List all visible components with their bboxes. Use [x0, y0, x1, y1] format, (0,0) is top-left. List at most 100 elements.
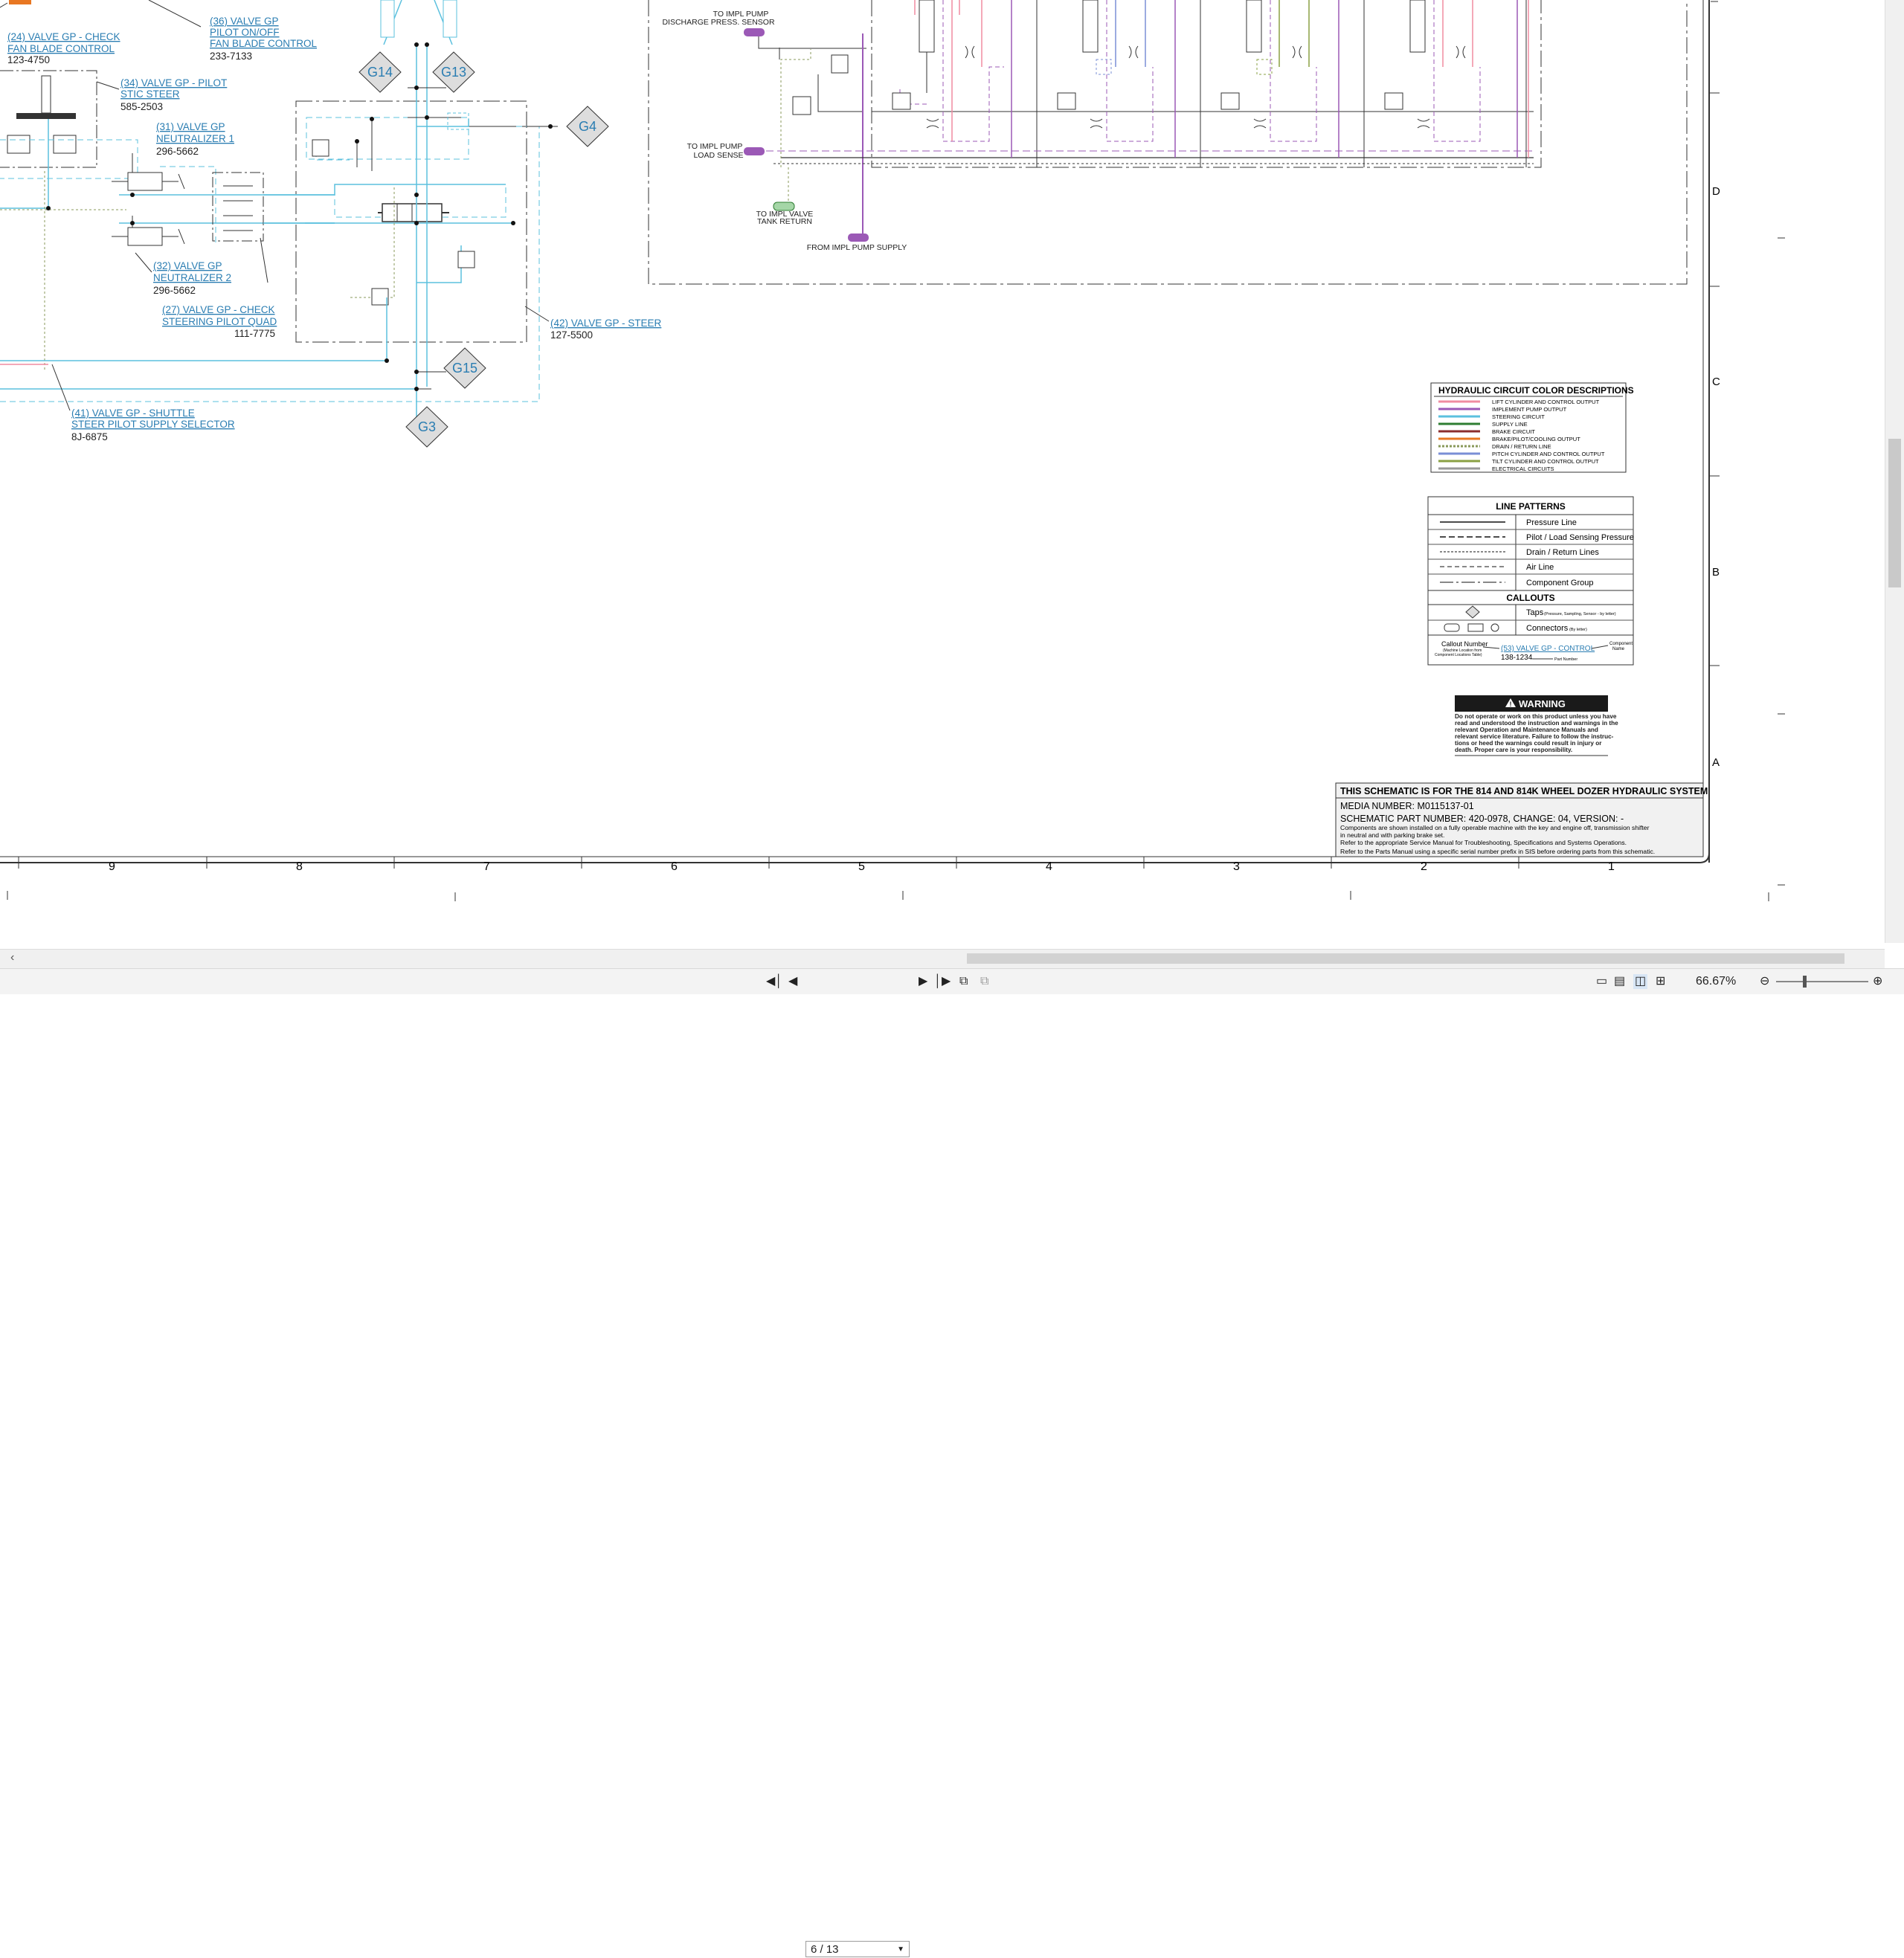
svg-text:Name: Name — [1612, 647, 1625, 651]
page-dropdown-icon[interactable]: ▼ — [897, 1942, 904, 1958]
svg-text:in neutral and with parking br: in neutral and with parking brake set. — [1340, 831, 1444, 839]
svg-text:(By letter): (By letter) — [1569, 628, 1587, 632]
svg-text:STIC STEER: STIC STEER — [120, 88, 180, 100]
schematic-page: D C B A 9 8 7 6 5 4 3 2 1 G14 G13 G4 G15… — [0, 0, 1785, 901]
legend-label: TILT CYLINDER AND CONTROL OUTPUT — [1492, 458, 1599, 465]
horizontal-scrollbar[interactable]: ‹ — [0, 949, 1885, 969]
svg-text:Component Locations Table): Component Locations Table) — [1435, 653, 1482, 657]
impl-labels: TO IMPL PUMP DISCHARGE PRESS. SENSOR TO … — [662, 10, 907, 252]
valve-section-1 — [892, 0, 1012, 158]
svg-text:Taps: Taps — [1526, 608, 1544, 617]
svg-text:TANK RETURN: TANK RETURN — [757, 217, 812, 226]
callout-42[interactable]: (42) VALVE GP - STEER 127-5500 — [550, 318, 662, 341]
svg-text:death. Proper care is your res: death. Proper care is your responsibilit… — [1455, 747, 1572, 753]
valve-section-4 — [1384, 0, 1529, 158]
svg-text:LOAD SENSE: LOAD SENSE — [693, 151, 743, 160]
tap-g14: G14 — [358, 51, 402, 93]
zone-label-4: 4 — [1046, 860, 1052, 873]
callout-34[interactable]: (34) VALVE GP - PILOT STIC STEER 585-250… — [120, 77, 227, 112]
svg-text:Air Line: Air Line — [1526, 563, 1554, 572]
paste-page-icon[interactable]: ⧉ — [980, 974, 988, 989]
last-page-icon[interactable]: │▶ — [934, 974, 951, 989]
svg-text:G13: G13 — [441, 65, 466, 80]
zoom-in-icon[interactable]: ⊕ — [1873, 974, 1882, 989]
port-symbols — [926, 45, 1466, 129]
prev-page-icon[interactable]: ◀ — [788, 974, 797, 989]
svg-text:relevant service literature. F: relevant service literature. Failure to … — [1455, 733, 1614, 740]
horizontal-scroll-thumb[interactable] — [967, 953, 1844, 964]
svg-text:HYDRAULIC CIRCUIT COLOR DESCRI: HYDRAULIC CIRCUIT COLOR DESCRIPTIONS — [1438, 385, 1634, 396]
svg-text:Do not operate or work on this: Do not operate or work on this product u… — [1455, 713, 1617, 720]
first-page-icon[interactable]: ◀│ — [766, 974, 782, 989]
copy-page-icon[interactable]: ⧉ — [959, 974, 968, 989]
vertical-scroll-thumb[interactable] — [1888, 439, 1901, 587]
warning-box: ! WARNING Do not operate or work on this… — [1455, 695, 1618, 756]
legend-label: ELECTRICAL CIRCUITS — [1492, 466, 1554, 472]
svg-text:DISCHARGE PRESS. SENSOR: DISCHARGE PRESS. SENSOR — [662, 18, 775, 27]
valve-section-2 — [1057, 0, 1176, 158]
callout-31[interactable]: (31) VALVE GP NEUTRALIZER 1 296-5662 — [156, 121, 234, 157]
facing-view-icon[interactable]: ◫ — [1633, 974, 1648, 989]
zone-label-2: 2 — [1421, 860, 1427, 873]
svg-text:(53) VALVE GP - CONTROL: (53) VALVE GP - CONTROL — [1501, 645, 1595, 653]
svg-text:G14: G14 — [367, 65, 393, 80]
svg-text:relevant Operation and Mainten: relevant Operation and Maintenance Manua… — [1455, 727, 1598, 733]
svg-text:Pressure Line: Pressure Line — [1526, 518, 1577, 527]
callout-32[interactable]: (32) VALVE GP NEUTRALIZER 2 296-5662 — [153, 260, 231, 296]
next-page-icon[interactable]: ▶ — [919, 974, 927, 989]
document-viewport[interactable]: D C B A 9 8 7 6 5 4 3 2 1 G14 G13 G4 G15… — [0, 0, 1885, 943]
svg-text:(36) VALVE GP: (36) VALVE GP — [210, 16, 279, 27]
zone-label-7: 7 — [483, 860, 490, 873]
svg-text:Pilot / Load Sensing Pressure: Pilot / Load Sensing Pressure — [1526, 533, 1634, 542]
zoom-out-icon[interactable]: ⊖ — [1760, 974, 1769, 989]
callout-27[interactable]: (27) VALVE GP - CHECK STEERING PILOT QUA… — [162, 304, 277, 339]
svg-text:Components are shown installed: Components are shown installed on a full… — [1340, 824, 1650, 831]
scroll-left-icon[interactable]: ‹ — [10, 951, 14, 964]
svg-text:!: ! — [1510, 701, 1512, 708]
svg-text:FROM IMPL PUMP SUPPLY: FROM IMPL PUMP SUPPLY — [807, 243, 907, 252]
callout-41[interactable]: (41) VALVE GP - SHUTTLE STEER PILOT SUPP… — [71, 408, 235, 442]
tap-g13: G13 — [432, 51, 475, 93]
tap-g4: G4 — [566, 106, 609, 147]
svg-text:Refer to the appropriate Servi: Refer to the appropriate Service Manual … — [1340, 839, 1627, 846]
svg-text:(41) VALVE GP - SHUTTLE: (41) VALVE GP - SHUTTLE — [71, 408, 195, 419]
vertical-scrollbar[interactable] — [1885, 0, 1904, 943]
zone-label-3: 3 — [1233, 860, 1240, 873]
fit-view-icon[interactable]: ⊞ — [1656, 974, 1665, 989]
tap-g15: G15 — [443, 347, 486, 389]
continuous-view-icon[interactable]: ▤ — [1614, 974, 1625, 989]
line-patterns-legend: LINE PATTERNS Pressure Line Pilot / Load… — [1427, 496, 1634, 666]
valve-section-3 — [1220, 0, 1339, 158]
page-number-input[interactable]: 6 / 13 ▼ — [805, 1941, 910, 1957]
legend-label: IMPLEMENT PUMP OUTPUT — [1492, 406, 1567, 413]
zone-label-9: 9 — [109, 860, 115, 873]
viewer-toolbar: ◀│ ◀ 6 / 13 ▼ ▶ │▶ ⧉ ⧉ ▭ ▤ ◫ ⊞ 66.67% ⊖ ⊕ — [0, 968, 1904, 1957]
callout-leaders — [51, 252, 550, 411]
callout-24[interactable]: (24) VALVE GP - CHECK FAN BLADE CONTROL … — [7, 31, 120, 65]
legend-label: STEERING CIRCUIT — [1492, 413, 1545, 420]
single-page-view-icon[interactable]: ▭ — [1596, 974, 1607, 989]
svg-text:Component Group: Component Group — [1526, 579, 1594, 587]
callout-36[interactable]: (36) VALVE GP PILOT ON/OFF FAN BLADE CON… — [210, 16, 318, 62]
svg-text:STEER PILOT SUPPLY SELECTOR: STEER PILOT SUPPLY SELECTOR — [71, 419, 235, 430]
svg-text:138-1234: 138-1234 — [1501, 654, 1533, 662]
zoom-slider[interactable] — [1776, 976, 1868, 988]
svg-text:585-2503: 585-2503 — [120, 101, 163, 112]
svg-text:(27) VALVE GP - CHECK: (27) VALVE GP - CHECK — [162, 304, 275, 315]
svg-text:read and understood the instru: read and understood the instruction and … — [1455, 720, 1618, 727]
svg-text:G15: G15 — [452, 361, 477, 376]
svg-text:TO IMPL PUMP: TO IMPL PUMP — [687, 142, 743, 151]
svg-text:SCHEMATIC PART NUMBER: 420-097: SCHEMATIC PART NUMBER: 420-0978, CHANGE:… — [1340, 814, 1624, 824]
legend-label: BRAKE CIRCUIT — [1492, 428, 1535, 435]
zone-label-1: 1 — [1608, 860, 1615, 873]
zoom-slider-thumb[interactable] — [1803, 976, 1807, 988]
legend-label: DRAIN / RETURN LINE — [1492, 443, 1551, 450]
svg-text:FAN BLADE CONTROL: FAN BLADE CONTROL — [210, 38, 318, 49]
legend-label: BRAKE/PILOT/COOLING OUTPUT — [1492, 436, 1580, 442]
legend-label: PITCH CYLINDER AND CONTROL OUTPUT — [1492, 451, 1605, 457]
svg-text:(42) VALVE GP - STEER: (42) VALVE GP - STEER — [550, 318, 662, 329]
svg-text:LINE PATTERNS: LINE PATTERNS — [1496, 501, 1566, 512]
svg-text:tions or heed the warnings cou: tions or heed the warnings could result … — [1455, 740, 1602, 747]
zone-label-b: B — [1712, 566, 1720, 579]
zone-label-5: 5 — [858, 860, 865, 873]
